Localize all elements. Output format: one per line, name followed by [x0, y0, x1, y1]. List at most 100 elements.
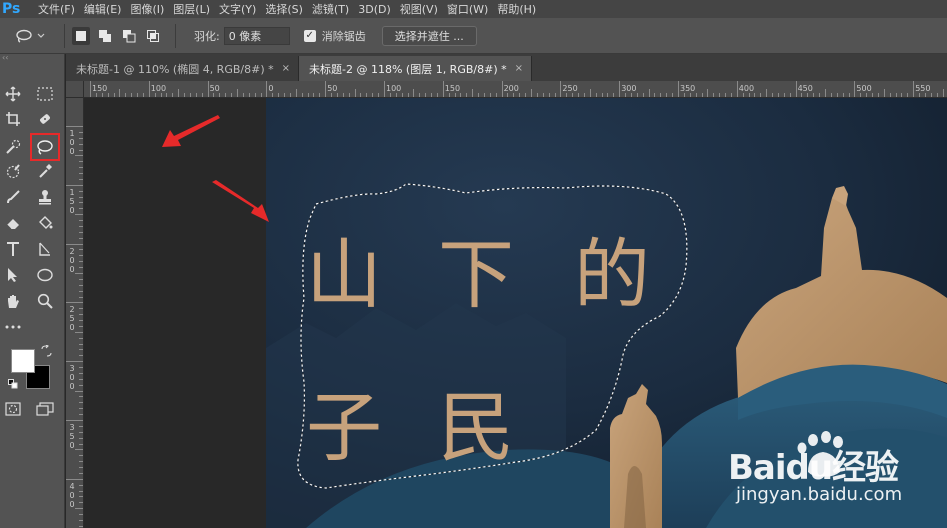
ruler-label: 200: [69, 246, 75, 274]
menu-view[interactable]: 视图(V): [400, 1, 447, 17]
horizontal-ruler[interactable]: 150 100 50 0 50 100 150 200 250 300 350 400 450 500 55…: [84, 81, 947, 98]
eraser-tool[interactable]: [0, 211, 26, 235]
ruler-tick: [901, 93, 903, 97]
ruler-tick: [501, 81, 503, 97]
add-selection-button[interactable]: [96, 27, 114, 45]
ruler-tick: [454, 93, 456, 97]
ruler-tick: [683, 93, 685, 97]
type-tool[interactable]: [0, 237, 26, 261]
quick-select-icon: [6, 139, 21, 154]
ruler-tick: [607, 93, 609, 97]
ruler-tick: [342, 93, 344, 97]
ruler-tick: [366, 93, 368, 97]
brush-tool[interactable]: [0, 185, 26, 209]
move-tool[interactable]: [0, 82, 26, 106]
menu-image[interactable]: 图像(I): [130, 1, 173, 17]
spot-heal-tool[interactable]: [0, 159, 26, 183]
ruler-tick: [478, 93, 480, 97]
ruler-tick: [648, 89, 650, 97]
antialias-checkbox[interactable]: ✓: [303, 29, 316, 42]
ruler-tick: [725, 93, 727, 97]
menu-layer[interactable]: 图层(L): [173, 1, 219, 17]
screen-mode-icon: [36, 402, 54, 416]
ruler-tick: [195, 93, 197, 97]
ruler-tick: [513, 93, 515, 97]
swap-colors-icon[interactable]: [40, 345, 52, 357]
lasso-tool[interactable]: [30, 133, 60, 161]
marquee-tool[interactable]: [32, 82, 58, 106]
ruler-label: 0: [268, 84, 274, 93]
path-select-tool[interactable]: [32, 237, 58, 261]
ruler-tick: [79, 178, 83, 180]
ruler-tick: [119, 89, 121, 97]
toolbox-collapse-icon[interactable]: ‹‹: [0, 54, 65, 62]
ruler-tick: [79, 131, 83, 133]
more-tools[interactable]: [0, 315, 26, 339]
rect-marquee-icon: [37, 87, 53, 101]
ruler-tick: [636, 93, 638, 97]
ruler-origin[interactable]: [66, 81, 84, 98]
menu-help[interactable]: 帮助(H): [497, 1, 545, 17]
ruler-tick: [466, 93, 468, 97]
ruler-label: 100: [69, 129, 75, 156]
menu-window[interactable]: 窗口(W): [447, 1, 497, 17]
ruler-label: 150: [92, 84, 108, 93]
stamp-icon: [39, 190, 51, 205]
ruler-tick: [660, 93, 662, 97]
ruler-tick: [201, 93, 203, 97]
ruler-tick: [178, 89, 180, 97]
hand-tool[interactable]: [0, 289, 26, 313]
crop-tool[interactable]: [0, 107, 26, 131]
eyedropper-tool[interactable]: [32, 159, 58, 183]
patch-tool[interactable]: [32, 107, 58, 131]
ruler-label: 250: [69, 305, 75, 333]
ruler-tick: [107, 93, 109, 97]
document-canvas[interactable]: 山 下 的 子 民 Baidu经验 jingyan.baidu.com: [266, 98, 947, 528]
foreground-color-swatch[interactable]: [11, 349, 35, 373]
ruler-tick: [79, 296, 83, 298]
tab-document-1[interactable]: 未标题-1 @ 110% (椭圆 4, RGB/8#) * ×: [66, 56, 299, 81]
ruler-tick: [66, 478, 83, 480]
toolbox: ‹‹: [0, 54, 65, 528]
menu-filter[interactable]: 滤镜(T): [312, 1, 358, 17]
ellipse-tool[interactable]: [32, 263, 58, 287]
chevron-down-icon: [37, 33, 45, 38]
direct-select-tool[interactable]: [0, 263, 26, 287]
tool-preset-picker[interactable]: [0, 18, 60, 54]
zoom-tool[interactable]: [32, 289, 58, 313]
default-colors-icon[interactable]: [8, 379, 18, 389]
select-and-mask-button[interactable]: 选择并遮住 ...: [381, 25, 477, 46]
ruler-tick: [137, 93, 139, 97]
intersect-selection-button[interactable]: [144, 27, 162, 45]
options-bar: 羽化: ✓ 消除锯齿 选择并遮住 ...: [0, 18, 947, 54]
vertical-ruler[interactable]: 100 150 200 250 300 350 400: [66, 98, 84, 528]
ruler-label: 150: [444, 84, 461, 93]
ruler-label: 550: [915, 84, 931, 93]
ruler-tick: [254, 93, 256, 97]
ruler-tick: [783, 93, 785, 97]
ruler-tick: [354, 89, 356, 97]
menu-select[interactable]: 选择(S): [265, 1, 312, 17]
divider: [175, 23, 176, 48]
quick-select-tool[interactable]: [0, 135, 26, 159]
feather-input[interactable]: [223, 26, 290, 45]
patch-icon: [40, 114, 50, 124]
ruler-tick: [336, 93, 338, 97]
bucket-tool[interactable]: [32, 211, 58, 235]
ruler-tick: [79, 220, 83, 222]
ruler-tick: [79, 231, 83, 233]
subtract-selection-button[interactable]: [120, 27, 138, 45]
menu-3d[interactable]: 3D(D): [358, 3, 400, 16]
menu-edit[interactable]: 编辑(E): [84, 1, 131, 17]
quick-mask-button[interactable]: [0, 397, 26, 421]
stamp-tool[interactable]: [32, 185, 58, 209]
menu-file[interactable]: 文件(F): [38, 1, 84, 17]
tab-document-2[interactable]: 未标题-2 @ 118% (图层 1, RGB/8#) * ×: [299, 56, 532, 81]
ruler-tick: [79, 149, 83, 151]
close-icon[interactable]: ×: [282, 63, 290, 74]
close-icon[interactable]: ×: [515, 63, 523, 74]
ruler-tick: [719, 93, 721, 97]
menu-type[interactable]: 文字(Y): [219, 1, 265, 17]
new-selection-button[interactable]: [72, 26, 90, 45]
screen-mode-button[interactable]: [32, 397, 58, 421]
